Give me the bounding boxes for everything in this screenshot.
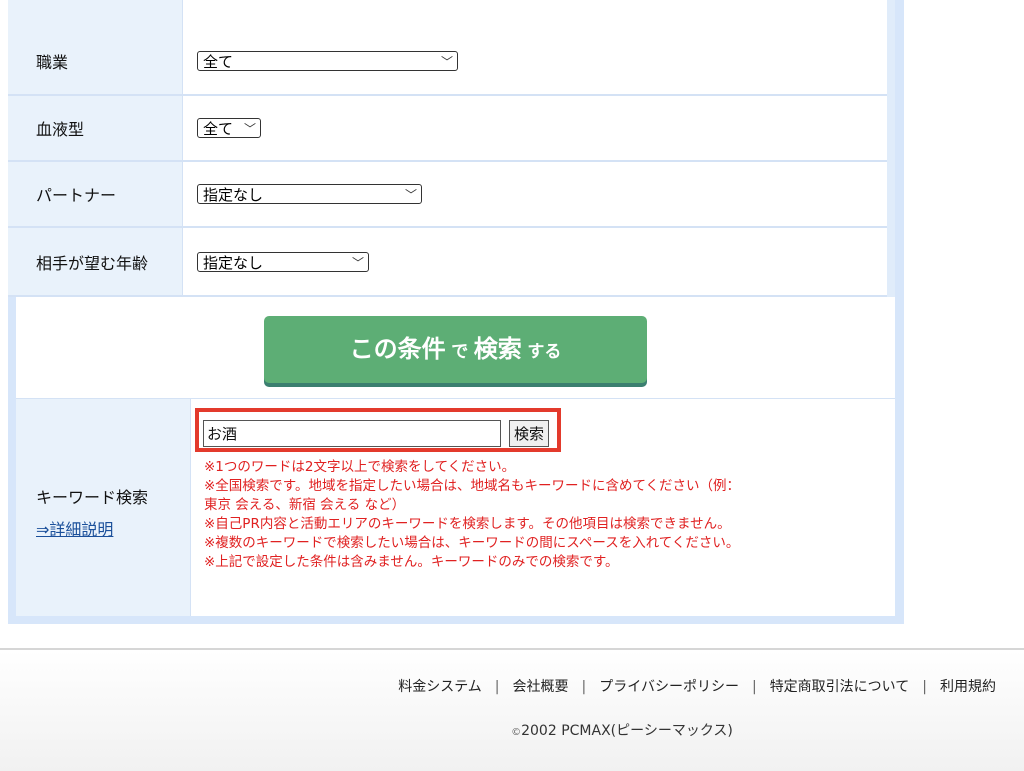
- footer-links: 料金システム | 会社概要 | プライバシーポリシー | 特定商取引法について | 利用規約: [398, 676, 996, 696]
- form-row-value: 全て ﹀: [183, 0, 887, 28]
- desired-age-select[interactable]: 指定なし ﹀: [197, 251, 369, 272]
- copyright: ©2002 PCMAX(ピーシーマックス): [0, 720, 1024, 740]
- keyword-value-cell: お酒 検索 ※1つのワードは2文字以上で検索をしてください。 ※全国検索です。地…: [191, 399, 895, 616]
- row-label-text: パートナー: [36, 186, 117, 205]
- note-line: ※複数のキーワードで検索したい場合は、キーワードの間にスペースを入れてください。: [204, 535, 740, 551]
- keyword-label-cell: キーワード検索 ⇒詳細説明: [16, 399, 191, 616]
- row-label-text: 血液型: [36, 120, 85, 139]
- footer-separator: |: [751, 679, 757, 695]
- footer-separator: |: [581, 679, 587, 695]
- form-row-label: 相手が望む年齢: [8, 228, 183, 295]
- form-row-desired-age: 相手が望む年齢 指定なし ﹀: [8, 228, 887, 297]
- occupation-select[interactable]: 全て ﹀: [197, 51, 458, 71]
- note-line: ※全国検索です。地域を指定したい場合は、地域名もキーワードに含めてください（例：: [204, 478, 741, 494]
- form-row-occupation: 職業 全て ﹀: [8, 28, 887, 96]
- form-row-value: 指定なし ﹀: [183, 162, 887, 226]
- form-row-blood-type: 血液型 全て ﹀: [8, 96, 887, 162]
- keyword-notes: ※1つのワードは2文字以上で検索をしてください。 ※全国検索です。地域を指定した…: [204, 458, 874, 572]
- detail-explanation-link[interactable]: ⇒詳細説明: [36, 516, 190, 540]
- row-label-text: 相手が望む年齢: [36, 253, 149, 273]
- form-row-value: 全て ﹀: [183, 28, 887, 94]
- select-value: 全て: [203, 53, 234, 71]
- keyword-label: キーワード検索: [36, 488, 149, 507]
- footer-separator: |: [494, 679, 500, 695]
- form-row-label: [8, 0, 183, 28]
- footer-link-company[interactable]: 会社概要: [513, 679, 569, 695]
- search-button-text: で: [451, 342, 469, 362]
- search-button-text: 検索: [473, 335, 522, 363]
- footer-link-commerce-law[interactable]: 特定商取引法について: [770, 679, 910, 695]
- chevron-down-icon: ﹀: [440, 55, 453, 69]
- chevron-down-icon: ﹀: [404, 188, 417, 202]
- select-value: 全て: [203, 120, 234, 138]
- chevron-down-icon: ﹀: [351, 255, 364, 270]
- form-row-value: 全て ﹀: [183, 96, 887, 160]
- footer-separator: |: [922, 679, 927, 695]
- form-row-partial: 全て ﹀: [8, 0, 887, 30]
- chevron-down-icon: ﹀: [243, 122, 256, 136]
- chevron-down-icon: ﹀: [404, 0, 416, 1]
- search-button-text: この条件: [349, 335, 446, 363]
- row-label-text: 職業: [36, 53, 69, 72]
- search-submit-button[interactable]: この条件 で 検索 する: [264, 316, 647, 383]
- keyword-search-row: キーワード検索 ⇒詳細説明 お酒 検索 ※1つのワードは2文字以上で検索をしてく…: [16, 399, 895, 616]
- form-row-partner: パートナー 指定なし ﹀: [8, 162, 887, 228]
- form-row-label: 職業: [8, 28, 183, 94]
- form-row-label: パートナー: [8, 162, 183, 226]
- note-line: ※自己PR内容と活動エリアのキーワードを検索します。その他項目は検索できません。: [204, 516, 731, 532]
- search-button-row: この条件 で 検索 する: [16, 297, 895, 400]
- keyword-search-button[interactable]: 検索: [509, 420, 549, 447]
- search-button-text: する: [527, 342, 562, 362]
- footer-link-terms[interactable]: 利用規約: [940, 679, 996, 695]
- copyright-mark: ©: [511, 727, 522, 738]
- note-line: ※上記で設定した条件は含みません。キーワードのみでの検索です。: [204, 554, 619, 570]
- note-line: 東京 会える、新宿 会える など）: [204, 497, 406, 513]
- footer: 料金システム | 会社概要 | プライバシーポリシー | 特定商取引法について | 利用規約 ©…: [0, 650, 1024, 771]
- form-row-label: 血液型: [8, 96, 183, 160]
- form-row-value: 指定なし ﹀: [183, 228, 887, 295]
- footer-link-privacy[interactable]: プライバシーポリシー: [599, 679, 739, 695]
- copyright-text: 2002 PCMAX(ピーシーマックス): [521, 723, 733, 739]
- select-value: 指定なし: [203, 186, 264, 204]
- partner-select[interactable]: 指定なし ﹀: [197, 184, 422, 204]
- blood-type-select[interactable]: 全て ﹀: [197, 118, 261, 138]
- note-line: ※1つのワードは2文字以上で検索をしてください。: [204, 459, 516, 475]
- keyword-input[interactable]: お酒: [203, 420, 501, 447]
- select-value: 指定なし: [203, 253, 264, 272]
- footer-link-pricing[interactable]: 料金システム: [398, 679, 482, 695]
